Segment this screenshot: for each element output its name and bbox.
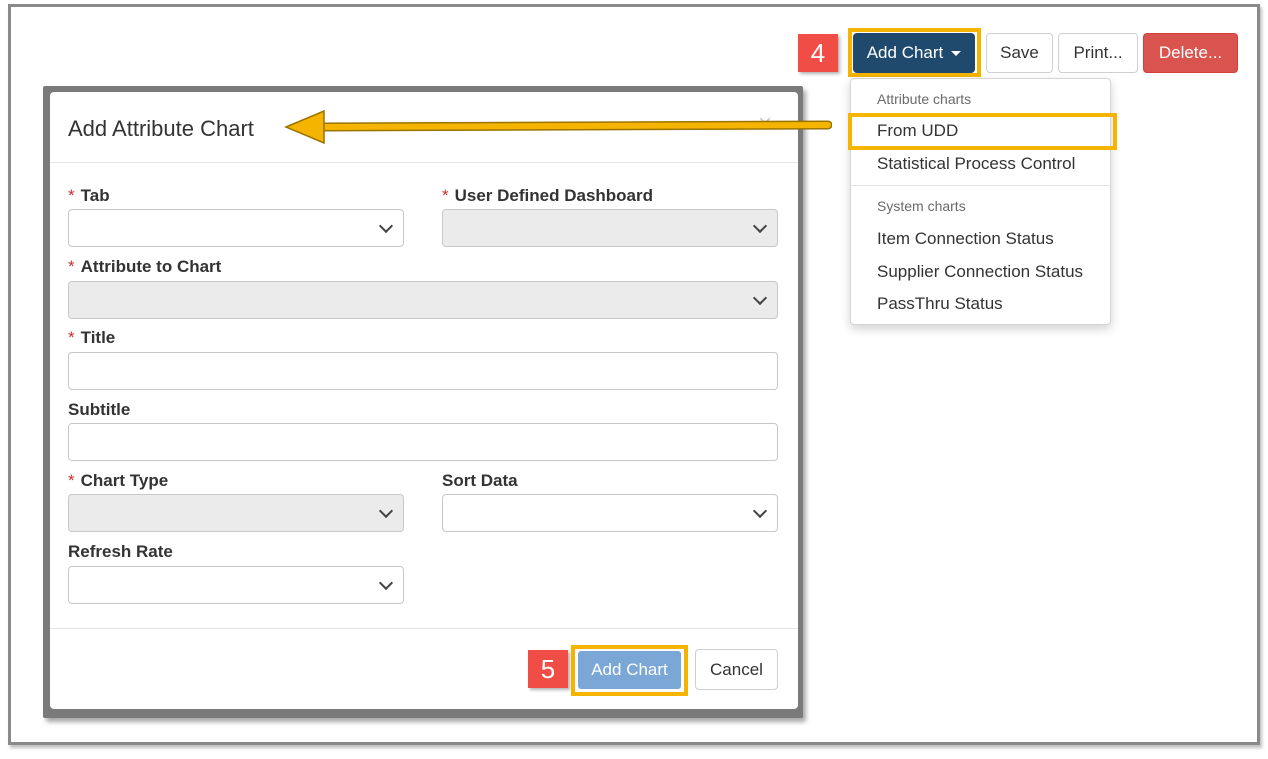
save-button[interactable]: Save: [986, 33, 1053, 73]
title-input[interactable]: [68, 352, 778, 390]
chevron-down-icon: [752, 290, 768, 306]
modal-title: Add Attribute Chart: [68, 116, 254, 141]
from-udd-highlight: [848, 113, 1117, 150]
title-label: * Title: [68, 328, 116, 347]
required-mark: *: [442, 186, 449, 205]
required-mark: *: [68, 186, 75, 205]
menu-item-spc[interactable]: Statistical Process Control: [877, 154, 1075, 174]
callout-arrow: [284, 109, 832, 145]
modal-header-divider: [50, 162, 798, 163]
delete-button[interactable]: Delete...: [1143, 33, 1238, 73]
step-4-badge: 4: [798, 34, 838, 72]
menu-item-supplier-connection-status[interactable]: Supplier Connection Status: [877, 262, 1083, 282]
tab-select[interactable]: [68, 209, 404, 247]
menu-item-passthru-status[interactable]: PassThru Status: [877, 294, 1003, 314]
subtitle-label: Subtitle: [68, 400, 131, 419]
refresh-rate-select[interactable]: [68, 566, 404, 604]
sort-data-select[interactable]: [442, 494, 778, 532]
udd-select[interactable]: [442, 209, 778, 247]
add-chart-highlight: [848, 28, 981, 77]
required-mark: *: [68, 257, 75, 276]
chevron-down-icon: [752, 503, 768, 519]
attribute-select[interactable]: [68, 281, 778, 319]
sort-data-label: Sort Data: [442, 471, 518, 490]
subtitle-input[interactable]: [68, 423, 778, 461]
chevron-down-icon: [378, 218, 394, 234]
cancel-button[interactable]: Cancel: [695, 649, 778, 690]
modal-footer-divider: [50, 628, 798, 629]
chevron-down-icon: [752, 218, 768, 234]
step-5-badge: 5: [528, 650, 568, 688]
udd-label: * User Defined Dashboard: [442, 186, 654, 205]
menu-header-system-charts: System charts: [877, 198, 966, 214]
tab-label: * Tab: [68, 186, 110, 205]
menu-divider: [851, 185, 1110, 186]
chart-type-label: * Chart Type: [68, 471, 169, 490]
modal-add-chart-highlight: [571, 645, 688, 696]
chevron-down-icon: [378, 575, 394, 591]
add-attribute-chart-modal: Add Attribute Chart × *Tab *User Defined…: [50, 92, 798, 709]
attribute-label: * Attribute to Chart: [68, 257, 222, 276]
print-button[interactable]: Print...: [1058, 33, 1138, 73]
required-mark: *: [68, 471, 75, 490]
refresh-rate-label: Refresh Rate: [68, 542, 173, 561]
menu-header-attribute-charts: Attribute charts: [877, 91, 972, 107]
menu-item-item-connection-status[interactable]: Item Connection Status: [877, 229, 1054, 249]
required-mark: *: [68, 328, 75, 347]
chevron-down-icon: [378, 503, 394, 519]
chart-type-select[interactable]: [68, 494, 404, 532]
